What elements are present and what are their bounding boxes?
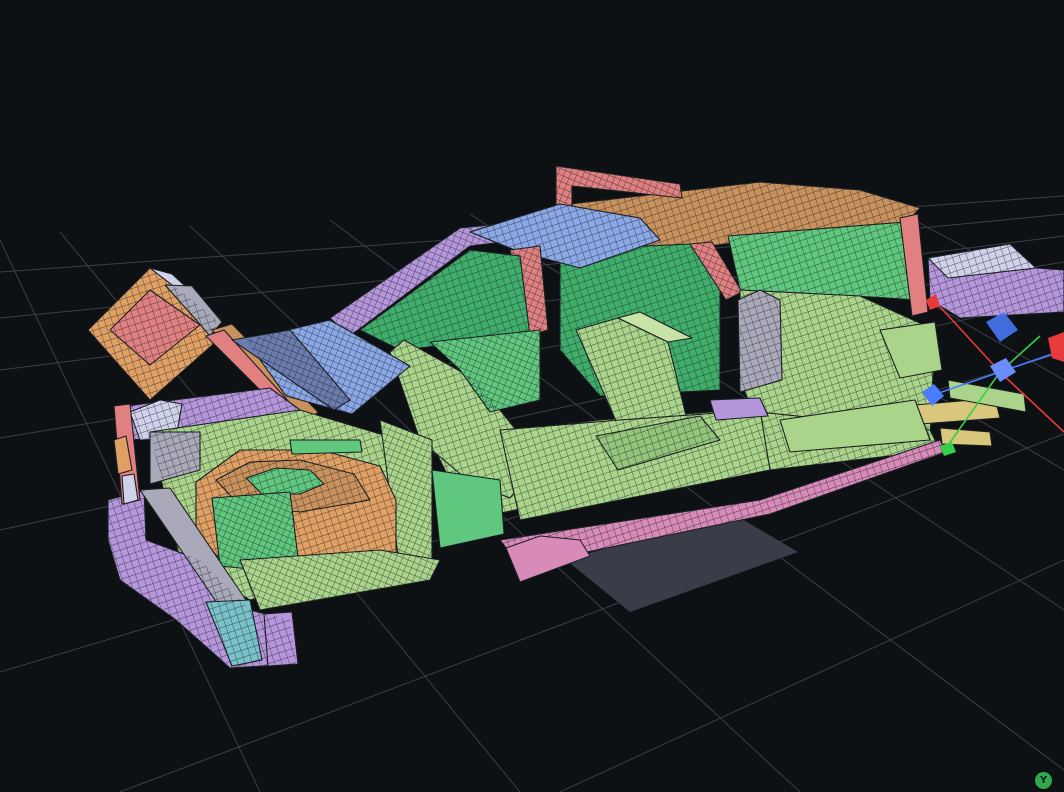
car-body-mesh[interactable]: [87, 165, 1064, 669]
front-lower-member[interactable]: [239, 549, 441, 611]
scene-canvas[interactable]: [0, 0, 1064, 792]
gizmo-red-handle[interactable]: [1048, 332, 1064, 362]
3d-viewport[interactable]: Y: [0, 0, 1064, 792]
center-tunnel[interactable]: [499, 409, 771, 521]
hood-panel[interactable]: [87, 267, 223, 401]
axis-indicator-icon[interactable]: Y: [1035, 772, 1052, 789]
rear-rail-right[interactable]: [927, 243, 1064, 319]
